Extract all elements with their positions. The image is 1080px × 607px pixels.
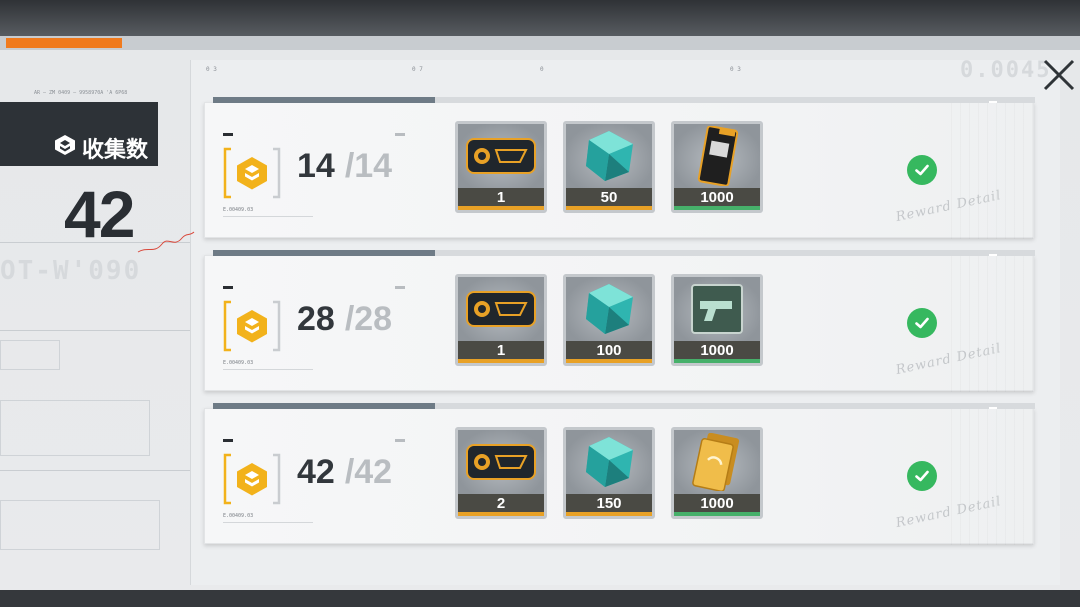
crystal-icon (566, 124, 652, 188)
bg-tick: 0 7 (412, 66, 423, 73)
progress-total: /42 (344, 453, 393, 491)
row-dash (395, 286, 405, 289)
collection-label: 收集数 (82, 138, 149, 163)
progress-current: 42 (297, 453, 335, 491)
reward-items: 1 100 1000 (455, 274, 763, 366)
bg-outline (0, 400, 150, 456)
collection-icon (54, 134, 76, 162)
reward-row-2: 28 /28 E.00409.03 1 100 1000 Reward Detail (204, 250, 1035, 392)
row-dash (223, 439, 233, 442)
top-accent-bar (6, 38, 122, 48)
reward-quantity: 1 (458, 341, 544, 363)
collection-title: 收集数 (54, 132, 148, 164)
reward-item[interactable]: 1000 (671, 274, 763, 366)
reward-row-1: 14 /14 E.00409.03 1 50 1000 Reward Detail (204, 97, 1035, 239)
milestone-icon (223, 298, 281, 354)
reward-items: 1 50 1000 (455, 121, 763, 213)
reward-quantity: 1 (458, 188, 544, 210)
row-tab-accent (213, 403, 435, 409)
reward-item[interactable]: 2 (455, 427, 547, 519)
reward-quantity: 2 (458, 494, 544, 516)
row-code-line (223, 369, 313, 370)
credit-card-pack-icon (674, 124, 760, 188)
reward-item[interactable]: 50 (563, 121, 655, 213)
bg-tick: 0 (540, 66, 544, 73)
milestone-progress: 14 /14 (297, 147, 392, 197)
row-code-line (223, 522, 313, 523)
row-texture (943, 256, 1033, 392)
reward-quantity: 1000 (674, 341, 760, 363)
bg-outline (0, 340, 60, 370)
claimed-check-icon (907, 308, 937, 338)
close-icon (1043, 59, 1075, 91)
bg-line (0, 470, 190, 471)
collection-count: 42 (64, 177, 135, 251)
chip-card-icon (458, 277, 544, 341)
decorative-squiggle (137, 231, 195, 253)
bg-tick: 0 3 (730, 66, 741, 73)
row-dash (395, 439, 405, 442)
reward-item[interactable]: 1000 (671, 427, 763, 519)
reward-row-3: 42 /42 E.00409.03 2 150 1000 Reward Detail (204, 403, 1035, 545)
crystal-icon (566, 430, 652, 494)
reward-item[interactable]: 1 (455, 274, 547, 366)
row-code: E.00409.03 (223, 360, 254, 366)
milestone-icon (223, 145, 281, 201)
reward-item[interactable]: 1 (455, 121, 547, 213)
claimed-check-icon (907, 461, 937, 491)
top-strip (0, 36, 1080, 50)
reward-item[interactable]: 150 (563, 427, 655, 519)
reward-quantity: 1000 (674, 494, 760, 516)
weapon-blueprint-icon (674, 277, 760, 341)
claimed-check-icon (907, 155, 937, 185)
progress-current: 14 (297, 147, 335, 185)
reward-quantity: 100 (566, 341, 652, 363)
collection-reward-screen: 0 3 0 7 0 0 3 OT-W'090 0.0045 AR — ZM 04… (0, 0, 1080, 607)
row-dash (223, 286, 233, 289)
row-texture (943, 409, 1033, 545)
milestone-icon (223, 451, 281, 507)
reward-items: 2 150 1000 (455, 427, 763, 519)
collection-meta-code: AR — ZM 0409 — 9958970A 'A 6P68 (34, 90, 128, 96)
gold-bar-icon (674, 430, 760, 494)
reward-item[interactable]: 1000 (671, 121, 763, 213)
crystal-icon (566, 277, 652, 341)
row-code: E.00409.03 (223, 207, 254, 213)
reward-quantity: 1000 (674, 188, 760, 210)
milestone-progress: 42 /42 (297, 453, 392, 503)
row-texture (943, 103, 1033, 239)
close-button[interactable] (1040, 56, 1078, 94)
progress-total: /14 (344, 147, 393, 185)
bg-faint-code: 0.0045 (960, 58, 1052, 83)
row-code: E.00409.03 (223, 513, 254, 519)
reward-quantity: 150 (566, 494, 652, 516)
bg-tick: 0 3 (206, 66, 217, 73)
row-code-line (223, 216, 313, 217)
progress-total: /28 (344, 300, 393, 338)
row-dash (223, 133, 233, 136)
reward-item[interactable]: 100 (563, 274, 655, 366)
milestone-progress: 28 /28 (297, 300, 392, 350)
bg-line (0, 330, 190, 331)
bg-faint-code: OT-W'090 (0, 256, 142, 286)
row-dash (395, 133, 405, 136)
reward-quantity: 50 (566, 188, 652, 210)
chip-card-icon (458, 430, 544, 494)
row-tab-accent (213, 250, 435, 256)
row-tab-accent (213, 97, 435, 103)
bg-outline (0, 500, 160, 550)
progress-current: 28 (297, 300, 335, 338)
chip-card-icon (458, 124, 544, 188)
